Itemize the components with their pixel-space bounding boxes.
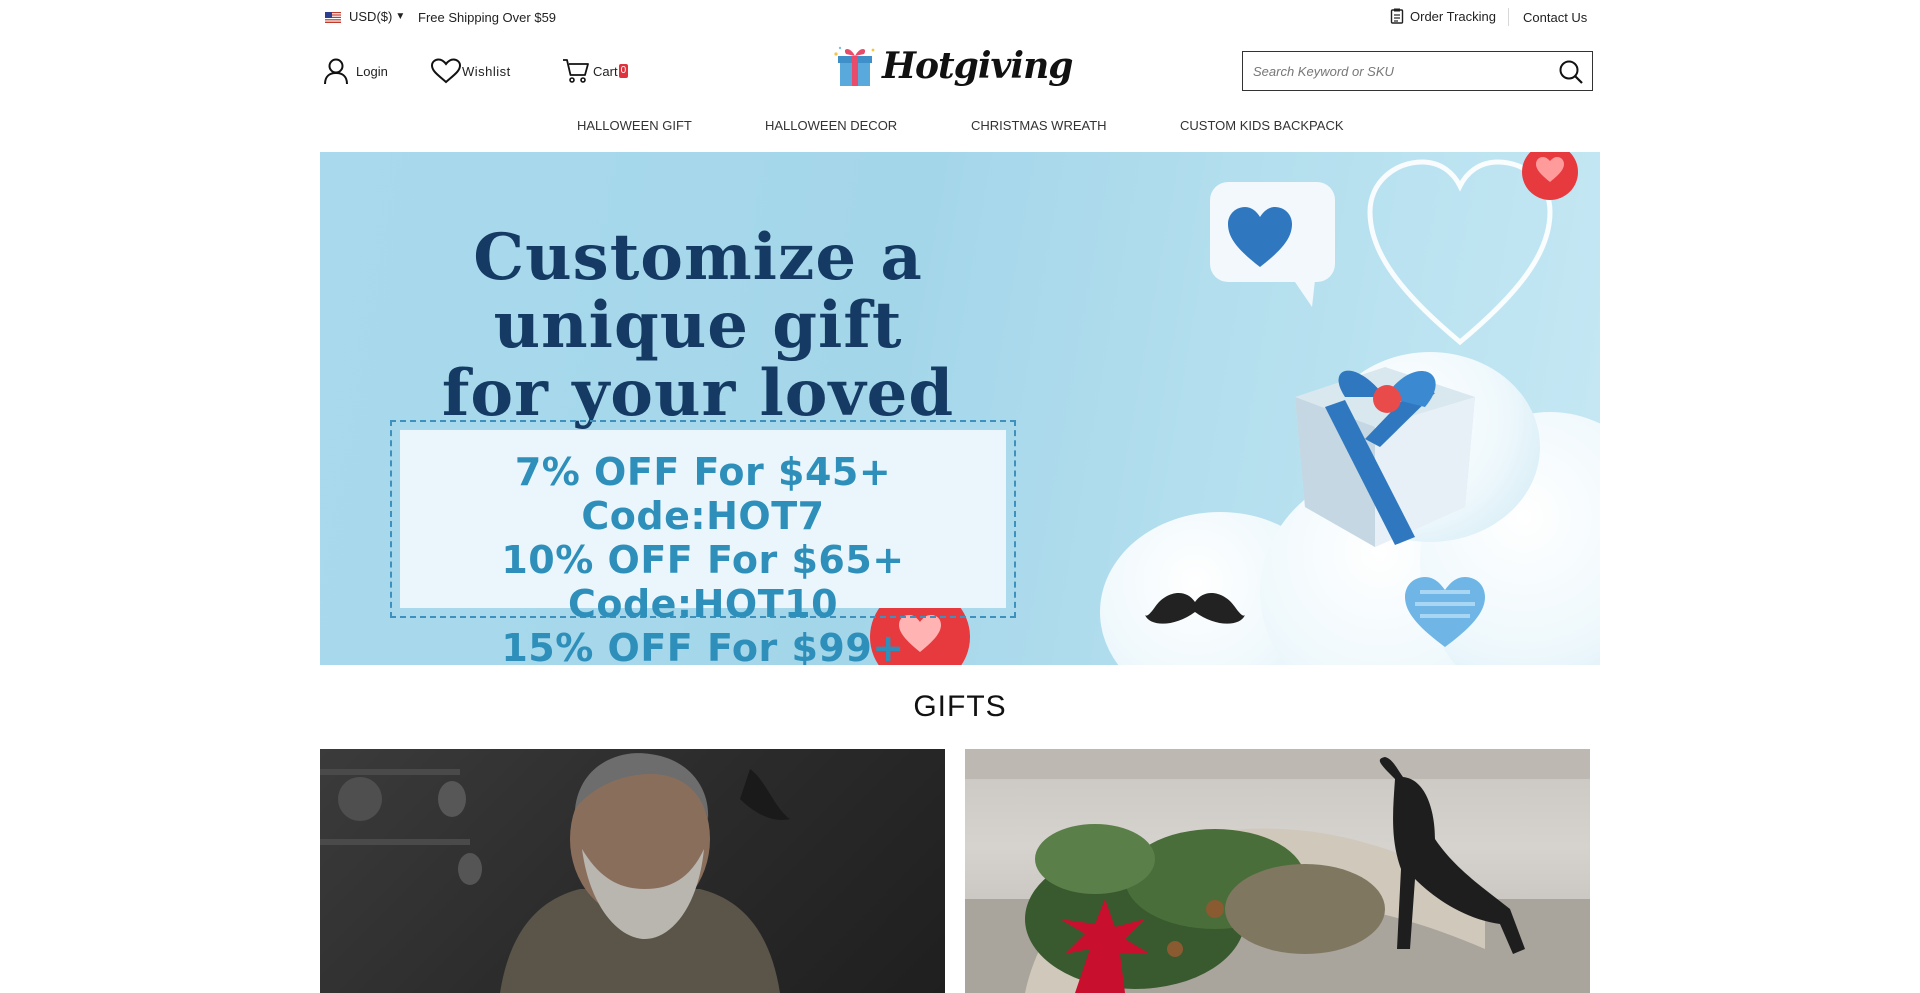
- search-input[interactable]: [1243, 52, 1543, 90]
- cart-icon: [563, 59, 589, 83]
- login-label: Login: [356, 63, 388, 79]
- mustache-decoration: [1145, 592, 1245, 624]
- nav-item-halloween-gift[interactable]: HALLOWEEN GIFT: [577, 118, 692, 133]
- hotgiving-logo[interactable]: Hotgiving: [832, 44, 1073, 88]
- coupon-line: 15% OFF For $99+ Code:HOT15: [501, 626, 905, 665]
- top-divider: [1508, 8, 1509, 26]
- main-nav: HALLOWEEN GIFT HALLOWEEN DECOR CHRISTMAS…: [0, 118, 1920, 136]
- section-title: GIFTS: [913, 690, 1007, 723]
- wreath-with-cat-photo: [965, 749, 1590, 993]
- blue-heart-decoration: [1405, 577, 1485, 647]
- top-bar: USD($) ▼ Free Shipping Over $59 Order Tr…: [0, 0, 1920, 34]
- login-link[interactable]: Login: [322, 57, 388, 85]
- order-tracking-link[interactable]: Order Tracking: [1390, 8, 1496, 24]
- man-in-hoodie-photo: [320, 753, 790, 993]
- logo-text: Hotgiving: [882, 45, 1073, 87]
- coupon-line: 10% OFF For $65+ Code:HOT10: [501, 538, 905, 626]
- red-heart-balloon-decoration: [1522, 152, 1578, 200]
- user-icon: [324, 58, 348, 85]
- wishlist-label: Wishlist: [462, 63, 511, 79]
- us-flag-icon: [325, 11, 341, 23]
- hero-banner[interactable]: Customize a unique gift for your loved o…: [320, 152, 1600, 665]
- clipboard-icon: [1390, 8, 1404, 24]
- order-tracking-label: Order Tracking: [1410, 8, 1496, 24]
- currency-selector[interactable]: USD($) ▼: [325, 9, 405, 24]
- gift-logo-icon: [834, 46, 875, 86]
- cart-count-badge: 0: [618, 64, 629, 78]
- search-icon: [1559, 60, 1583, 84]
- product-card-image[interactable]: [320, 749, 945, 993]
- contact-us-link[interactable]: Contact Us: [1523, 10, 1587, 25]
- cart-label: Cart: [593, 63, 618, 79]
- nav-item-christmas-wreath[interactable]: CHRISTMAS WREATH: [971, 118, 1107, 133]
- search-box: [1242, 51, 1593, 91]
- product-card-image[interactable]: [965, 749, 1590, 993]
- nav-item-custom-kids-backpack[interactable]: CUSTOM KIDS BACKPACK: [1180, 118, 1344, 133]
- cart-link[interactable]: Cart 0: [562, 58, 629, 84]
- gift-box-decoration: [1295, 367, 1475, 547]
- banner-headline-line-1: Customize a unique gift: [473, 220, 923, 363]
- caret-down-icon: ▼: [395, 11, 406, 22]
- coupon-box: 7% OFF For $45+ Code:HOT7 10% OFF For $6…: [390, 420, 1016, 665]
- free-shipping-notice: Free Shipping Over $59: [418, 10, 557, 25]
- currency-label: USD($): [349, 9, 393, 24]
- search-button[interactable]: [1558, 59, 1584, 90]
- heart-icon: [430, 58, 462, 84]
- wishlist-link[interactable]: Wishlist: [430, 58, 511, 84]
- nav-item-halloween-decor[interactable]: HALLOWEEN DECOR: [765, 118, 897, 133]
- speech-bubble-heart-decoration: [1210, 182, 1335, 307]
- coupon-list: 7% OFF For $45+ Code:HOT7 10% OFF For $6…: [400, 430, 1006, 665]
- coupon-line: 7% OFF For $45+ Code:HOT7: [514, 450, 892, 538]
